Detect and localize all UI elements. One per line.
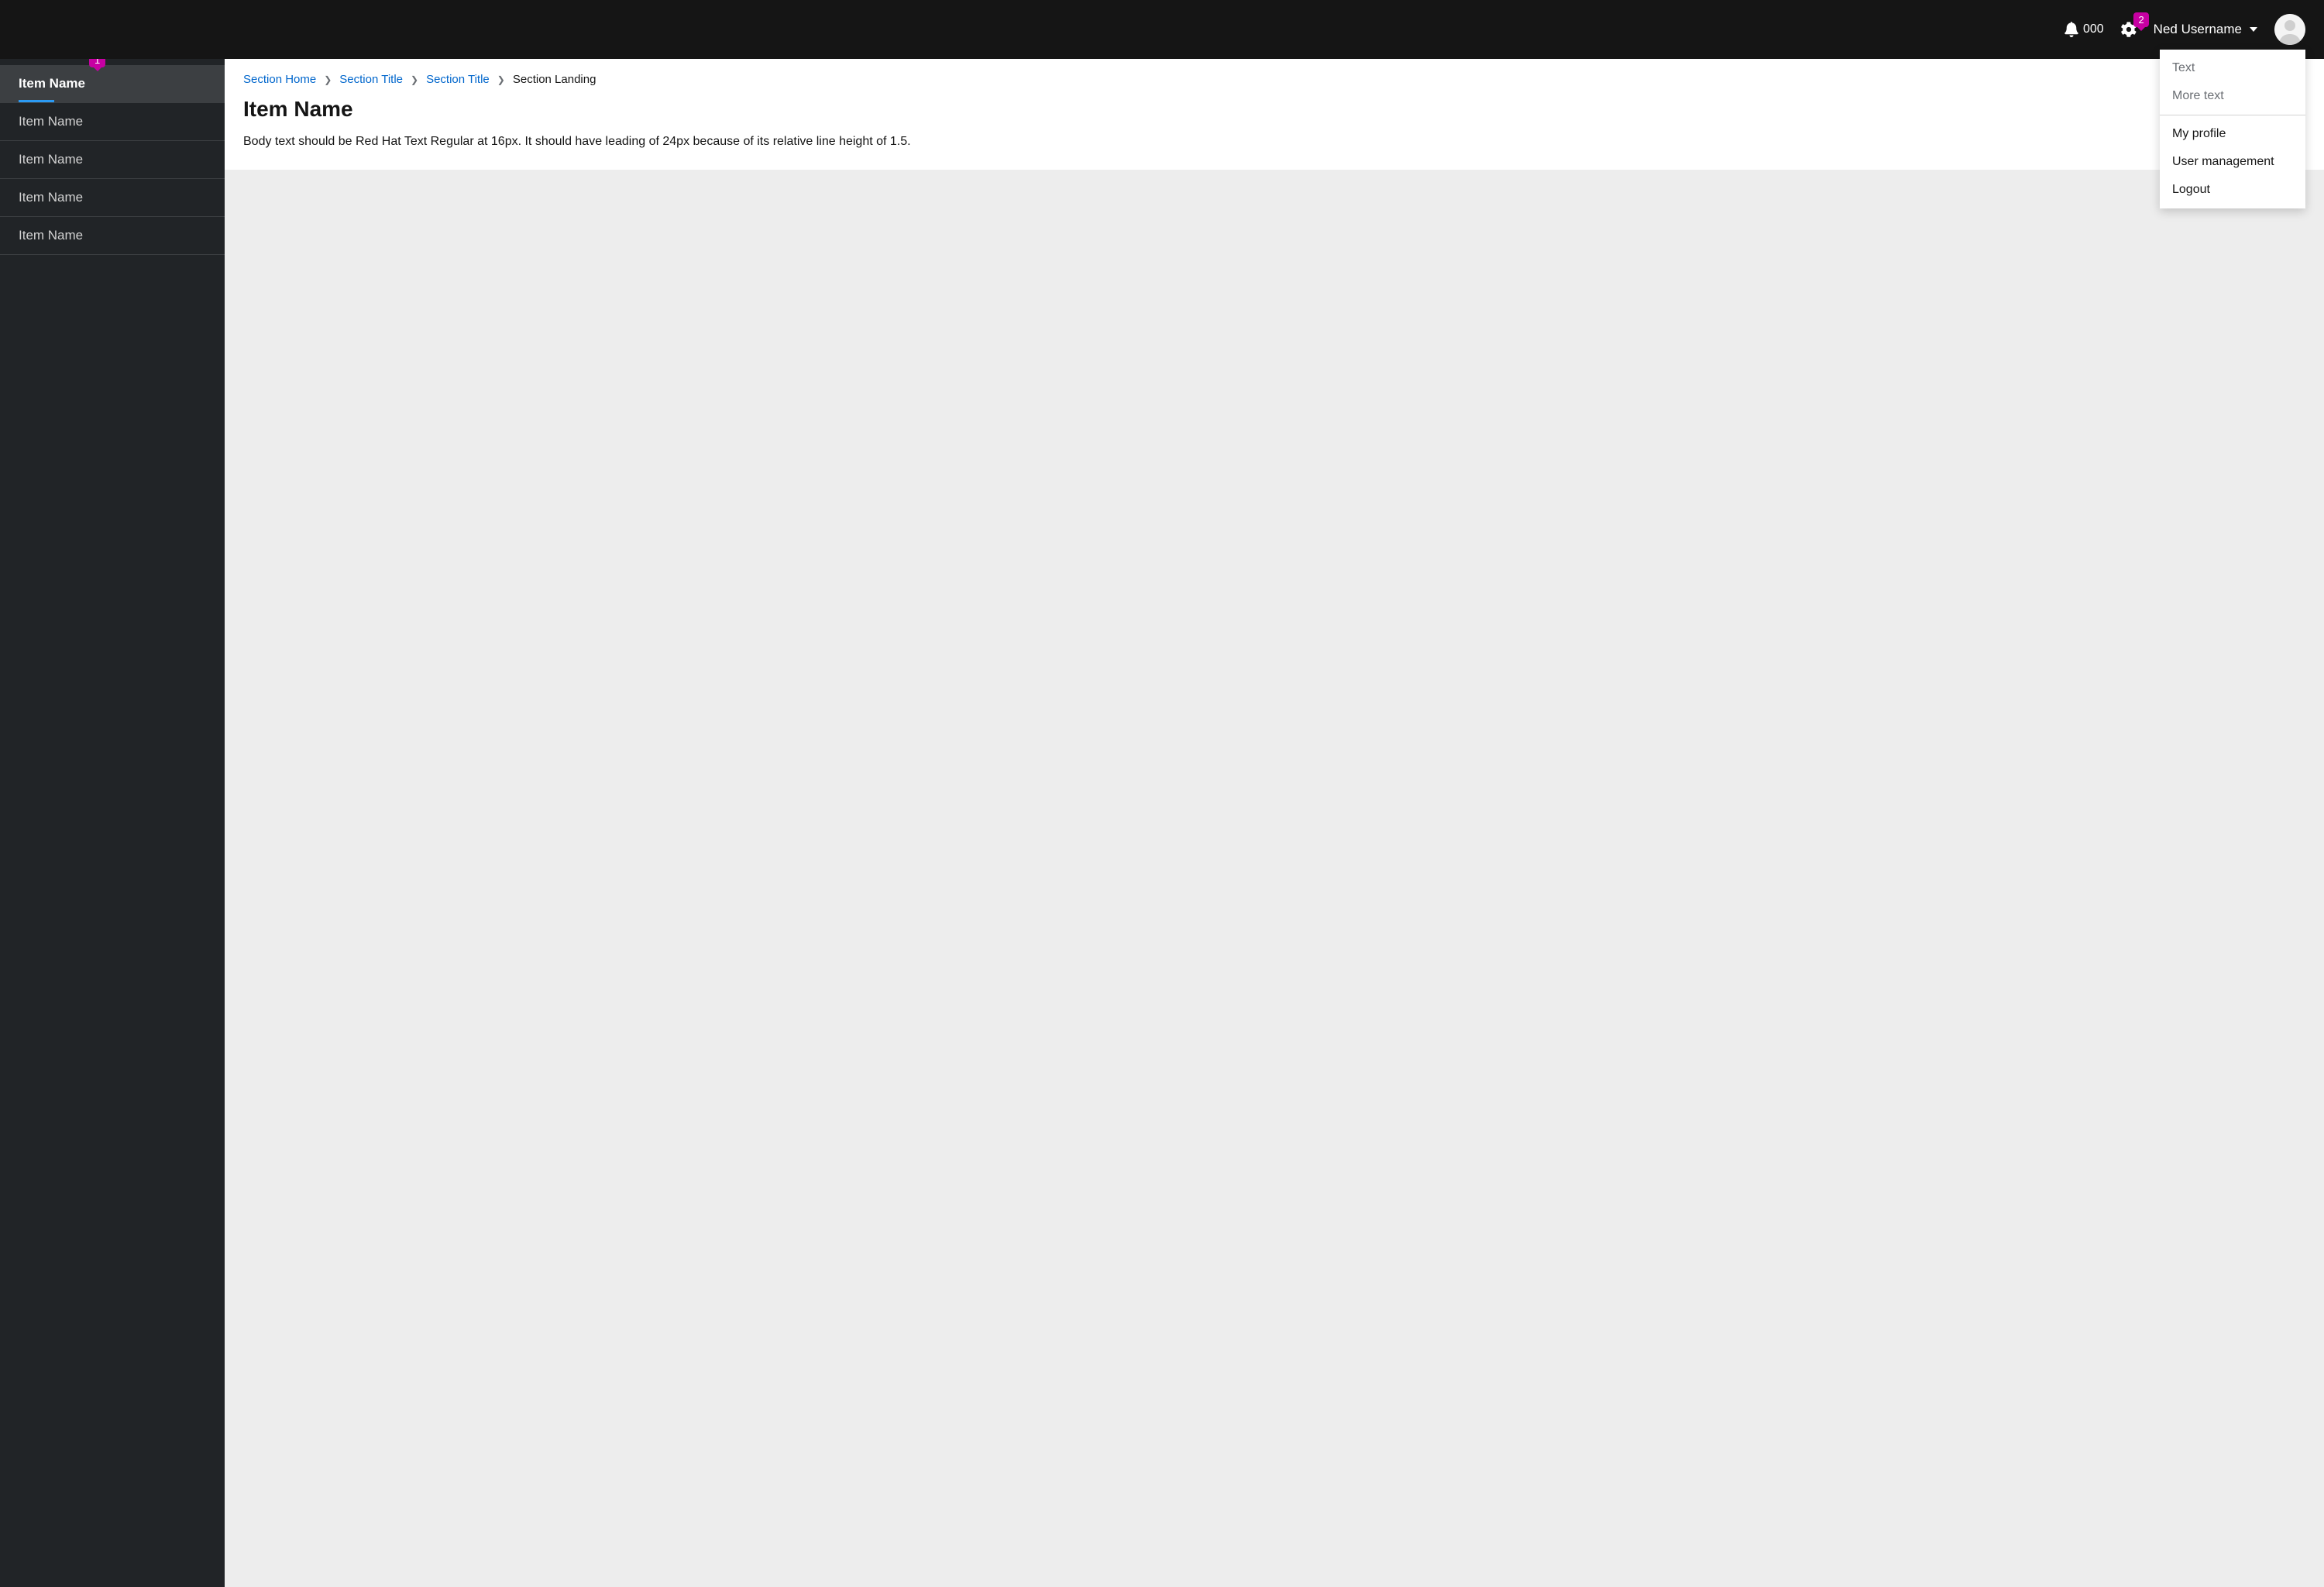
settings-button[interactable]: 2 <box>2121 22 2137 37</box>
sidebar-item-4[interactable]: Item Name <box>0 217 225 255</box>
breadcrumb-current: Section Landing <box>513 73 596 86</box>
sidebar-nav-list: Item Name Item Name Item Name Item Name Item… <box>0 65 225 255</box>
chevron-right-icon: ❯ <box>324 74 332 85</box>
sidebar-item-0[interactable]: Item Name <box>0 65 225 103</box>
sidebar-item-label: Item Name <box>19 152 83 167</box>
sidebar-item-2[interactable]: Item Name <box>0 141 225 179</box>
breadcrumb-link[interactable]: Section Home <box>243 73 316 86</box>
chevron-right-icon: ❯ <box>411 74 418 85</box>
page-header: Section Home ❯ Section Title ❯ Section Title… <box>225 59 2324 170</box>
user-dropdown: TextMore text My profileUser managementL… <box>2160 50 2305 208</box>
breadcrumb: Section Home ❯ Section Title ❯ Section Title… <box>243 73 2305 86</box>
sidebar-item-label: Item Name <box>19 114 83 129</box>
sidebar-item-1[interactable]: Item Name <box>0 103 225 141</box>
user-name: Ned Username <box>2154 22 2242 37</box>
user-menu-disabled-item: More text <box>2160 82 2305 110</box>
content-area: Section Home ❯ Section Title ❯ Section Title… <box>225 59 2324 1587</box>
avatar-icon <box>2274 14 2305 45</box>
user-dropdown-section: My profileUser managementLogout <box>2160 115 2305 208</box>
user-dropdown-disabled-section: TextMore text <box>2160 50 2305 115</box>
sidebar: 1 Item NameItem NameItem NameItem NameIt… <box>0 59 225 1587</box>
user-menu-disabled-item: Text <box>2160 54 2305 82</box>
user-menu-toggle[interactable]: Ned Username <box>2154 22 2257 37</box>
page-body-text: Body text should be Red Hat Text Regular… <box>243 133 2305 151</box>
chevron-right-icon: ❯ <box>497 74 505 85</box>
breadcrumb-link[interactable]: Section Title <box>426 73 490 86</box>
sidebar-item-label: Item Name <box>19 76 85 91</box>
app-shell: 1 Item NameItem NameItem NameItem NameIt… <box>0 59 2324 1587</box>
header-right: 000 2 Ned Username <box>2064 14 2305 45</box>
bell-icon <box>2064 22 2078 37</box>
page-title: Item Name <box>243 97 2305 122</box>
sidebar-item-label: Item Name <box>19 190 83 205</box>
user-menu-item[interactable]: My profile <box>2160 120 2305 148</box>
top-header: 000 2 Ned Username T <box>0 0 2324 59</box>
user-menu-item[interactable]: User management <box>2160 148 2305 176</box>
sidebar-item-3[interactable]: Item Name <box>0 179 225 217</box>
notification-count: 000 <box>2083 22 2104 36</box>
caret-down-icon <box>2250 27 2257 32</box>
avatar[interactable] <box>2274 14 2305 45</box>
breadcrumb-link[interactable]: Section Title <box>339 73 403 86</box>
notifications-button[interactable]: 000 <box>2064 22 2104 37</box>
user-menu-item[interactable]: Logout <box>2160 176 2305 204</box>
settings-badge: 2 <box>2133 12 2148 27</box>
sidebar-item-label: Item Name <box>19 228 83 243</box>
